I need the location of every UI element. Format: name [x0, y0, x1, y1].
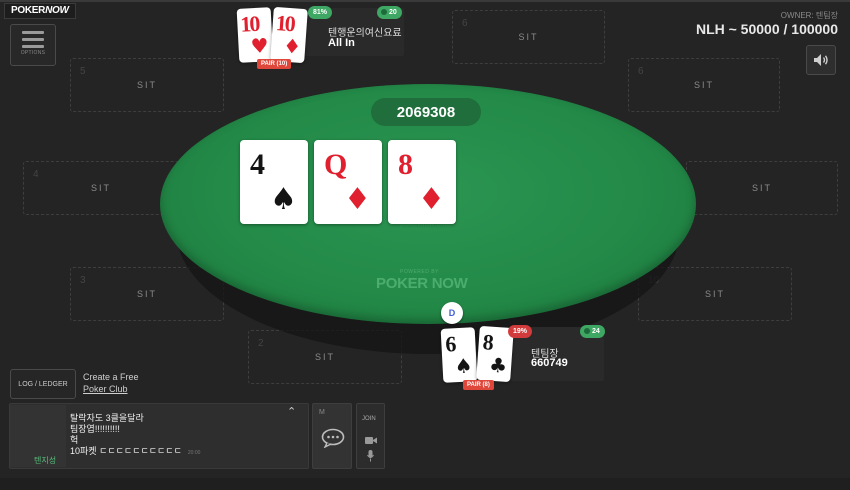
board-card-1: 4 ♠ [240, 140, 308, 224]
card-rank: 4 [250, 148, 265, 181]
sit-label: SIT [518, 32, 539, 42]
voice-video-panel[interactable]: JOIN [356, 403, 385, 469]
chat-message-text: 10파켓 ㄷㄷㄷㄷㄷㄷㄷㄷㄷㄷ [70, 446, 182, 456]
seat-5[interactable]: 5 SIT [70, 58, 224, 112]
dealer-button: D [441, 302, 463, 324]
hole-card-top-1: 10 ♥ [236, 7, 274, 63]
bottom-strip [0, 478, 850, 490]
board-card-2: Q ♦ [314, 140, 382, 224]
sit-label: SIT [704, 289, 725, 299]
options-label: OPTIONS [20, 50, 46, 56]
diamond-icon: ♦ [344, 182, 371, 217]
options-button[interactable]: OPTIONS [10, 24, 56, 66]
chat-username: 텐지성 [34, 456, 57, 465]
chip-icon [584, 328, 590, 335]
seat-8[interactable]: SIT [686, 161, 838, 215]
seat-number: 4 [33, 169, 39, 180]
hole-card-top-2: 10 ♦ [270, 6, 308, 64]
club-icon: ♣ [488, 352, 508, 378]
sit-label: SIT [90, 183, 111, 193]
felt-logo: POWERED BY POKER NOW [376, 269, 468, 292]
chat-mode-label: M [319, 409, 325, 416]
diamond-icon: ♦ [418, 182, 445, 217]
chip-count: 24 [592, 328, 600, 335]
create-club-prompt: Create a Free Poker Club [83, 371, 139, 395]
spade-icon: ♠ [270, 182, 297, 217]
sit-label: SIT [314, 352, 335, 362]
chip-count: 20 [389, 9, 397, 16]
chat-message: 팀장엽!!!!!!!!!! [70, 424, 120, 434]
spade-icon: ♠ [453, 353, 474, 379]
owner-label: OWNER: 텐팀장 [780, 11, 838, 20]
card-rank: 8 [398, 148, 413, 181]
seat-number: 3 [80, 275, 86, 286]
chip-count-badge: 24 [580, 325, 605, 338]
seat-6[interactable]: 6 SIT [628, 58, 780, 112]
seat-number: 6 [638, 66, 644, 77]
board-card-3: 8 ♦ [388, 140, 456, 224]
poker-club-link[interactable]: Poker Club [83, 384, 128, 394]
seat-number: 5 [80, 66, 86, 77]
window-top-edge [0, 0, 850, 2]
logo-now-text: NOW [45, 5, 69, 16]
felt-logo-text: POKER NOW [376, 275, 468, 292]
create-club-text: Create a Free [83, 372, 139, 382]
poker-now-logo[interactable]: POKERNOW [4, 3, 76, 19]
hole-card-bottom-1: 6 ♠ [440, 327, 478, 383]
chat-message-time: 20:00 [187, 450, 201, 456]
log-ledger-button[interactable]: LOG / LEDGER [10, 369, 76, 399]
sit-label: SIT [693, 80, 714, 90]
chip-count-badge: 20 [377, 6, 402, 19]
chat-bubble-icon [321, 428, 345, 448]
video-camera-icon[interactable] [365, 436, 377, 445]
seat-number: 2 [258, 338, 264, 349]
join-label: JOIN [362, 416, 376, 422]
chevron-double-up-icon[interactable]: ⌃ [287, 405, 296, 418]
chat-message-list: 탈락자도 3클을달라 팀장엽!!!!!!!!!! 헉 10파켓 ㄷㄷㄷㄷㄷㄷㄷㄷ… [70, 413, 200, 459]
seat-7[interactable]: 6 SIT [452, 10, 605, 64]
hand-label: PAIR (8) [463, 380, 494, 390]
diamond-icon: ♦ [282, 33, 302, 59]
sound-toggle-button[interactable] [806, 45, 836, 75]
seat-4[interactable]: 4 SIT [23, 161, 179, 215]
sit-label: SIT [136, 289, 157, 299]
speaker-icon [814, 54, 828, 66]
chat-message: 탈락자도 3클을달라 [70, 413, 144, 423]
card-rank: Q [324, 148, 348, 181]
pot-amount: 2069308 [371, 98, 481, 126]
chat-message: 헉 [70, 435, 79, 445]
equity-badge: 81% [308, 6, 333, 19]
hamburger-menu-icon [22, 31, 44, 48]
chat-toggle-button[interactable]: M [312, 403, 352, 469]
chip-icon [381, 9, 387, 16]
seat-number: 6 [462, 18, 468, 29]
sit-label: SIT [136, 80, 157, 90]
felt-logo-small: POWERED BY [400, 269, 439, 275]
player-stack: 660749 [531, 357, 568, 369]
chat-message: 10파켓 ㄷㄷㄷㄷㄷㄷㄷㄷㄷㄷ 20:00 [70, 446, 200, 459]
logo-poker-text: POKER [11, 5, 46, 16]
microphone-icon[interactable] [367, 450, 374, 462]
player-status: All In [328, 37, 355, 49]
equity-badge: 19% [508, 325, 533, 338]
hand-label: PAIR (10) [257, 59, 292, 69]
game-info: NLH ~ 50000 / 100000 [695, 21, 838, 37]
heart-icon: ♥ [249, 33, 270, 59]
sit-label: SIT [751, 183, 772, 193]
